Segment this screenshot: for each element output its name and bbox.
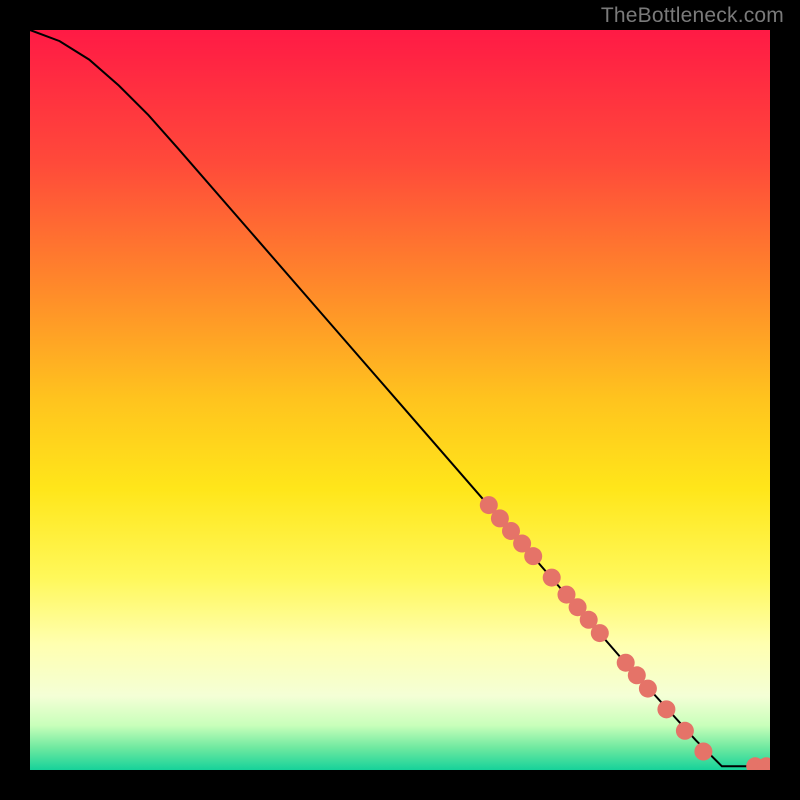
plot-area	[30, 30, 770, 770]
marker-dot	[657, 700, 675, 718]
chart-svg	[30, 30, 770, 770]
chart-background	[30, 30, 770, 770]
watermark-text: TheBottleneck.com	[601, 4, 784, 28]
marker-dot	[639, 680, 657, 698]
marker-dot	[524, 547, 542, 565]
marker-dot	[694, 743, 712, 761]
chart-stage: TheBottleneck.com	[0, 0, 800, 800]
marker-dot	[543, 569, 561, 587]
marker-dot	[676, 722, 694, 740]
marker-dot	[591, 624, 609, 642]
